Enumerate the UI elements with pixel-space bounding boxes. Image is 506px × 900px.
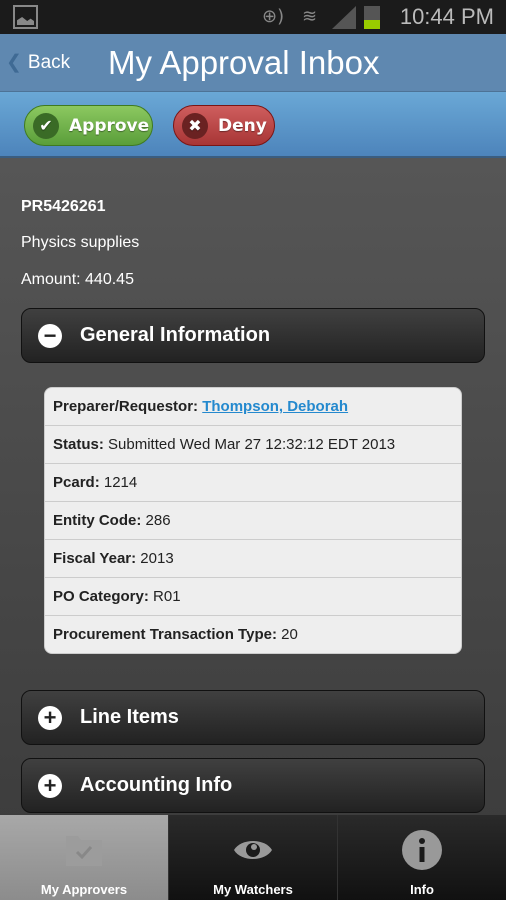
header: ❮ Back My Approval Inbox <box>0 34 506 92</box>
request-description: Physics supplies <box>21 234 140 251</box>
chevron-left-icon: ❮ <box>6 52 22 73</box>
deny-label: Deny <box>218 115 267 136</box>
row-label: Preparer/Requestor: <box>53 398 199 415</box>
table-row: Fiscal Year: 2013 <box>45 540 461 578</box>
status-bar: ⊕) ≋ 10:44 PM <box>0 0 506 34</box>
tab-my-approvers[interactable]: My Approvers <box>0 815 168 900</box>
general-information-header[interactable]: − General Information <box>21 308 485 363</box>
bottom-tab-bar: My Approvers My Watchers Info <box>0 815 506 900</box>
battery-icon <box>364 6 380 29</box>
action-toolbar: ✔ Approve ✖ Deny <box>0 92 506 158</box>
row-value: 1214 <box>103 474 138 491</box>
tab-label: My Approvers <box>40 882 128 897</box>
plus-icon: + <box>38 773 62 798</box>
approve-button[interactable]: ✔ Approve <box>24 105 153 146</box>
row-value: 20 <box>281 626 298 643</box>
back-button[interactable]: ❮ Back <box>6 51 70 74</box>
info-icon <box>402 825 442 875</box>
clock: 10:44 PM <box>399 4 494 29</box>
table-row: Status: Submitted Wed Mar 27 12:32:12 ED… <box>45 426 461 464</box>
tab-label: Info <box>410 882 434 897</box>
row-value: Submitted Wed Mar 27 12:32:12 EDT 2013 <box>108 436 396 453</box>
folder-check-icon <box>64 825 104 875</box>
row-value: 286 <box>145 512 171 529</box>
table-row: Procurement Transaction Type: 20 <box>45 616 461 653</box>
tab-my-watchers[interactable]: My Watchers <box>168 815 337 900</box>
row-label: Entity Code: <box>53 512 142 529</box>
deny-button[interactable]: ✖ Deny <box>173 105 275 146</box>
close-icon: ✖ <box>182 112 208 139</box>
section-label: General Information <box>80 324 271 346</box>
minus-icon: − <box>38 323 62 348</box>
request-id: PR5426261 <box>21 198 106 215</box>
table-row: Entity Code: 286 <box>45 502 461 540</box>
gallery-notification-icon <box>13 5 38 29</box>
row-label: PO Category: <box>53 588 149 605</box>
row-label: Status: <box>53 436 104 453</box>
general-information-table: Preparer/Requestor: Thompson, Deborah St… <box>44 387 462 654</box>
tab-label: My Watchers <box>213 882 293 897</box>
row-value: R01 <box>153 588 181 605</box>
signal-icon <box>332 6 356 29</box>
request-amount: Amount: 440.45 <box>21 271 134 288</box>
tab-info[interactable]: Info <box>337 815 506 900</box>
section-label: Accounting Info <box>80 774 233 796</box>
check-icon: ✔ <box>33 112 59 139</box>
row-label: Pcard: <box>53 474 100 491</box>
back-label: Back <box>27 52 71 73</box>
wifi-icon: ≋ <box>302 6 318 27</box>
approve-label: Approve <box>69 115 150 136</box>
nfc-icon: ⊕) <box>262 6 285 27</box>
row-value: 2013 <box>140 550 174 567</box>
eye-icon <box>233 825 273 875</box>
plus-icon: + <box>38 705 62 730</box>
row-label: Fiscal Year: <box>53 550 137 567</box>
table-row: Pcard: 1214 <box>45 464 461 502</box>
page-title: My Approval Inbox <box>108 44 380 81</box>
line-items-header[interactable]: + Line Items <box>21 690 485 745</box>
table-row: Preparer/Requestor: Thompson, Deborah <box>45 388 461 426</box>
row-label: Procurement Transaction Type: <box>53 626 277 643</box>
table-row: PO Category: R01 <box>45 578 461 616</box>
requestor-link[interactable]: Thompson, Deborah <box>202 398 348 415</box>
accounting-info-header[interactable]: + Accounting Info <box>21 758 485 813</box>
section-label: Line Items <box>80 706 179 728</box>
